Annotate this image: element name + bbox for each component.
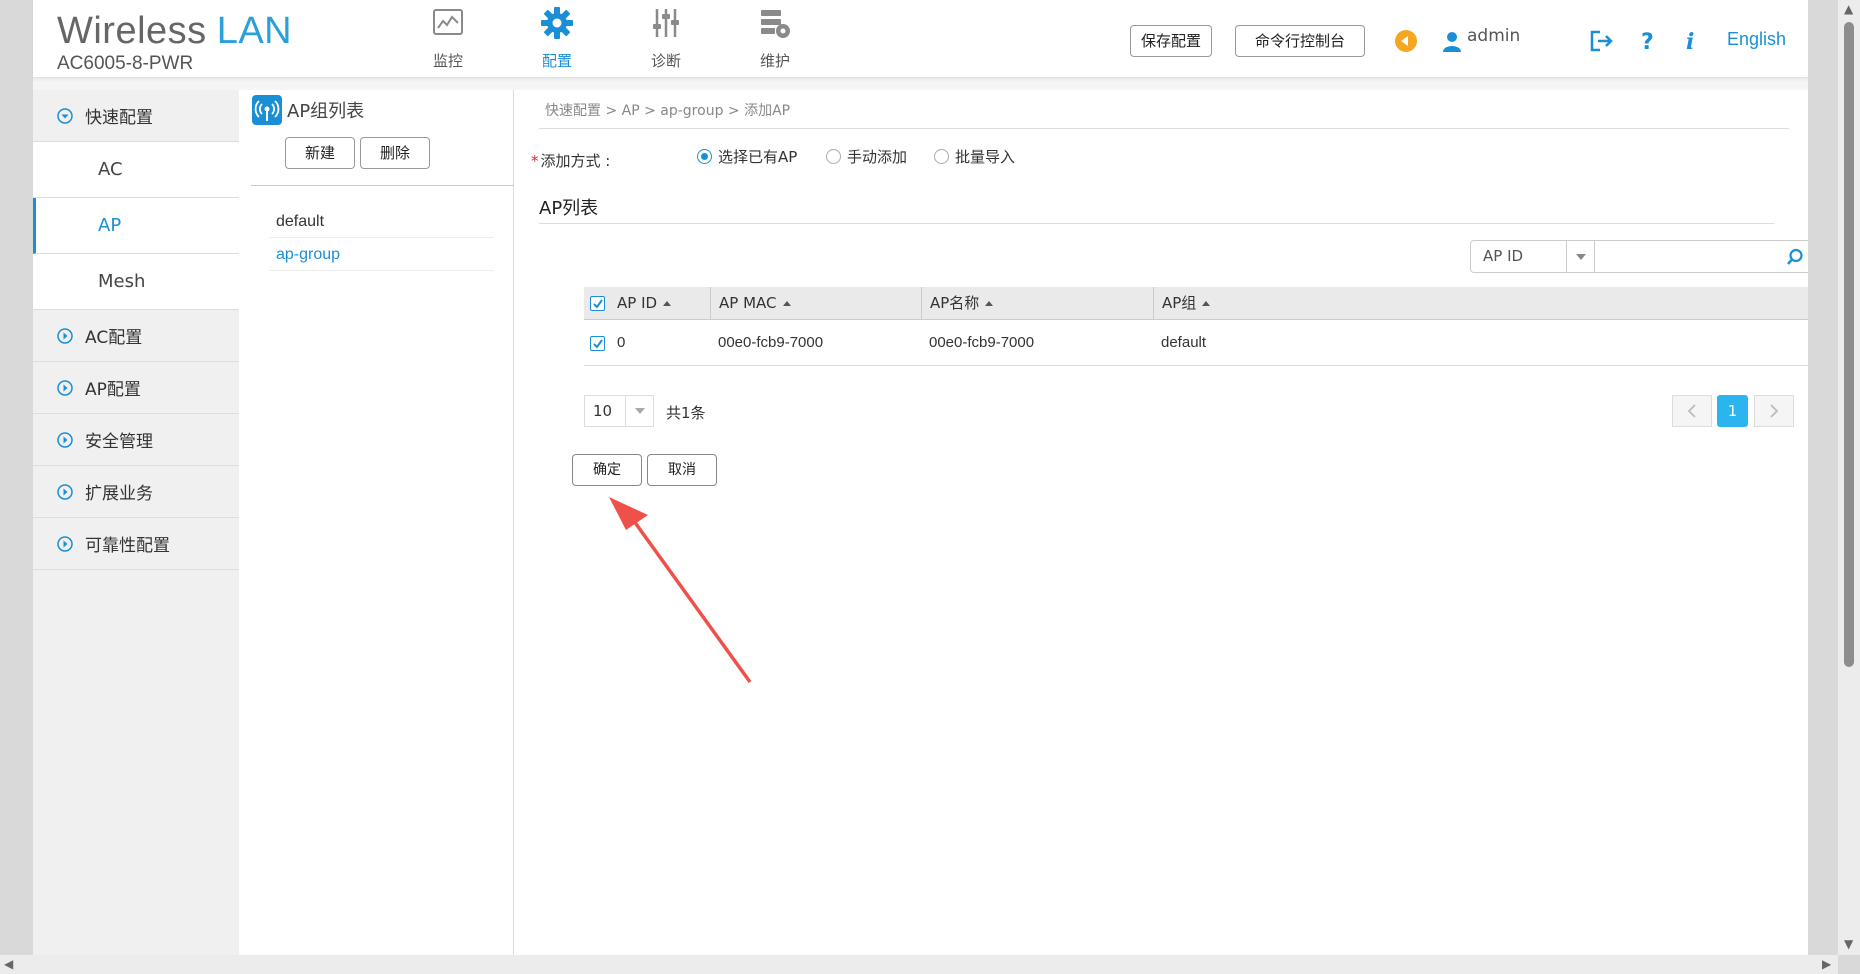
nav-diagnose[interactable]: 诊断	[626, 6, 706, 71]
left-sidebar: 快速配置 AC AP Mesh AC配置 AP配置 安全管理 扩展业务 可靠性配…	[33, 90, 239, 955]
nav-config[interactable]: 配置	[517, 6, 597, 71]
maintenance-icon	[761, 10, 790, 38]
sidebar-group-reliability[interactable]: 可靠性配置	[33, 518, 239, 570]
nav-config-label: 配置	[541, 52, 572, 70]
nav-maintain-label: 维护	[759, 52, 790, 70]
window-left-gutter	[0, 0, 33, 955]
top-header: Wireless LAN AC6005-8-PWR 监控 配置 诊断 维护 保存…	[33, 0, 1808, 78]
sidebar-group-ac-config[interactable]: AC配置	[33, 310, 239, 362]
sidebar-item-ap[interactable]: AP	[33, 198, 239, 254]
user-name[interactable]: admin	[1467, 26, 1520, 46]
vertical-scrollbar[interactable]: ▲ ▼	[1838, 0, 1860, 955]
brand-title-a: Wireless	[57, 10, 207, 52]
info-icon[interactable]: i	[1678, 28, 1704, 54]
brand-title-b: LAN	[216, 10, 293, 52]
sidebar-group-label: AP配置	[85, 380, 141, 400]
svg-text:i: i	[1686, 29, 1694, 54]
monitor-icon	[433, 9, 463, 35]
group-item-ap-group[interactable]: ap-group	[276, 246, 340, 264]
chevron-right-icon	[1770, 404, 1779, 418]
cli-console-button[interactable]: 命令行控制台	[1235, 25, 1365, 57]
sliders-icon	[653, 9, 679, 37]
gear-icon	[541, 7, 573, 39]
divider	[269, 270, 494, 271]
sidebar-item-ac[interactable]: AC	[33, 142, 239, 198]
collapsed-circle-icon	[57, 431, 73, 448]
page-number-current[interactable]: 1	[1717, 395, 1748, 427]
sidebar-group-label: 扩展业务	[85, 484, 153, 504]
sidebar-group-extended[interactable]: 扩展业务	[33, 466, 239, 518]
chevron-down-icon	[1566, 241, 1594, 272]
divider	[269, 237, 494, 238]
new-group-button[interactable]: 新建	[285, 137, 355, 169]
sidebar-group-security[interactable]: 安全管理	[33, 414, 239, 466]
nav-maintain[interactable]: 维护	[735, 6, 815, 71]
next-page-button[interactable]	[1754, 395, 1794, 427]
alarm-icon[interactable]	[1393, 28, 1419, 54]
ap-group-panel-title: AP组列表	[252, 95, 364, 125]
scroll-down-icon[interactable]: ▼	[1844, 937, 1853, 951]
svg-text:?: ?	[1641, 30, 1654, 54]
sidebar-group-quick-config[interactable]: 快速配置	[33, 90, 239, 142]
sidebar-group-label: 快速配置	[85, 108, 153, 128]
logout-icon[interactable]	[1588, 28, 1614, 54]
device-model: AC6005-8-PWR	[57, 53, 194, 74]
sidebar-group-label: AC配置	[85, 328, 143, 348]
app-window: Wireless LAN AC6005-8-PWR 监控 配置 诊断 维护 保存…	[33, 0, 1819, 955]
search-icon[interactable]	[1786, 248, 1804, 266]
collapsed-circle-icon	[57, 483, 73, 500]
collapsed-circle-icon	[57, 535, 73, 552]
language-switch[interactable]: English	[1727, 29, 1786, 50]
annotation-arrow	[609, 497, 752, 684]
sidebar-item-mesh[interactable]: Mesh	[33, 254, 239, 310]
divider	[251, 185, 514, 186]
prev-page-button[interactable]	[1672, 395, 1712, 427]
window-right-gutter	[1808, 0, 1838, 955]
nav-monitor-label: 监控	[432, 52, 463, 70]
nav-monitor[interactable]: 监控	[408, 6, 488, 71]
filter-field-select[interactable]: AP ID	[1470, 240, 1595, 273]
filter-field-value: AP ID	[1483, 247, 1524, 265]
scrollbar-thumb[interactable]	[1844, 22, 1854, 667]
scroll-right-icon[interactable]: ▶	[1822, 957, 1831, 971]
chevron-left-icon	[1687, 404, 1696, 418]
wireless-ap-icon	[252, 95, 282, 125]
delete-group-button[interactable]: 删除	[360, 137, 430, 169]
sidebar-group-label: 安全管理	[85, 432, 153, 452]
sidebar-group-ap-config[interactable]: AP配置	[33, 362, 239, 414]
scroll-left-icon[interactable]: ◀	[4, 957, 13, 971]
main-content: 快速配置 > AP > ap-group > 添加AP * 添加方式 : 选择已有…	[514, 90, 1819, 955]
horizontal-scrollbar[interactable]: ◀ ▶	[0, 955, 1838, 974]
expanded-circle-icon	[57, 107, 73, 124]
nav-diagnose-label: 诊断	[650, 52, 681, 70]
sidebar-group-label: 可靠性配置	[85, 536, 170, 556]
user-icon	[1443, 32, 1461, 52]
collapsed-circle-icon	[57, 327, 73, 344]
group-item-default[interactable]: default	[276, 213, 324, 231]
ap-group-panel-title-text: AP组列表	[287, 101, 365, 122]
help-icon[interactable]: ?	[1633, 28, 1659, 54]
brand-logo: Wireless LAN AC6005-8-PWR	[57, 10, 292, 75]
scroll-up-icon[interactable]: ▲	[1844, 2, 1853, 16]
save-config-button[interactable]: 保存配置	[1130, 25, 1212, 57]
ap-group-panel: AP组列表 新建 删除 default ap-group	[239, 90, 514, 955]
collapsed-circle-icon	[57, 379, 73, 396]
